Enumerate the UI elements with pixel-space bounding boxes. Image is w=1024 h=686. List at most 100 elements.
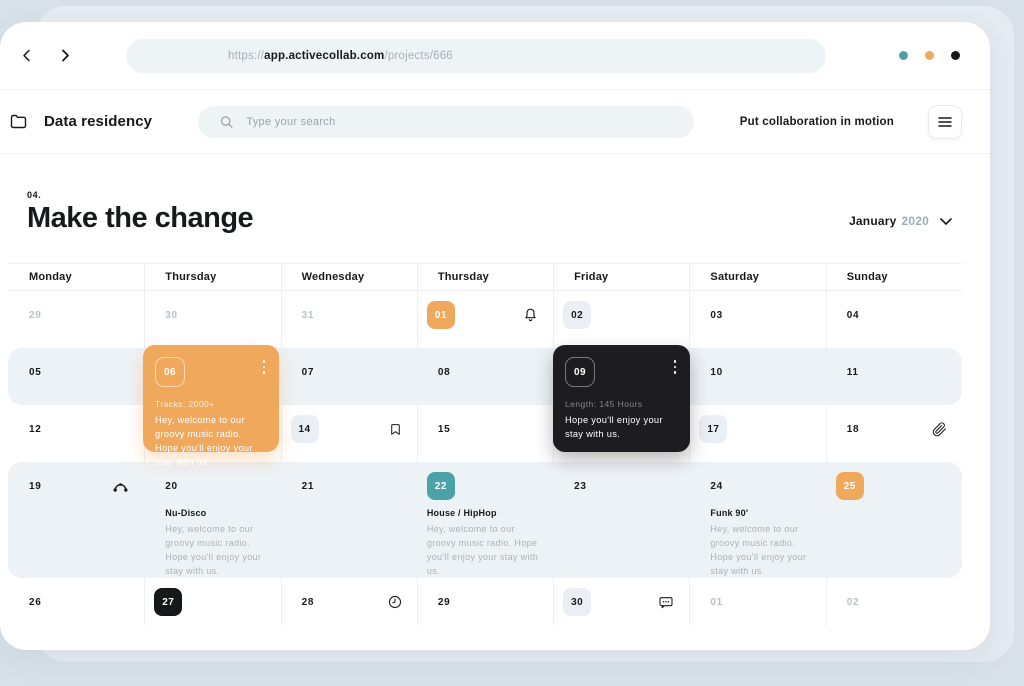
calendar-cell[interactable]: 01	[417, 291, 553, 348]
page-title: Data residency	[44, 113, 152, 130]
month-label: January	[849, 214, 896, 228]
date-label: 30	[165, 310, 178, 321]
date-badge[interactable]: 17	[699, 415, 727, 443]
date-label: 07	[302, 367, 315, 378]
calendar-cell[interactable]: 07	[281, 348, 417, 405]
calendar-cell[interactable]: 01	[689, 578, 825, 626]
calendar-cell[interactable]: 02	[826, 578, 962, 626]
card-description: Hey, welcome to our groovy music radio. …	[155, 414, 267, 470]
date-label: 19	[29, 481, 42, 492]
event-card-dark[interactable]: 09 Length: 145 Hours Hope you'll enjoy y…	[553, 345, 690, 452]
date-label: 05	[29, 367, 42, 378]
calendar-cell[interactable]: 26	[8, 578, 144, 626]
bell-icon[interactable]	[523, 307, 538, 323]
date-label: 03	[710, 310, 723, 321]
card-meta: Length: 145 Hours	[565, 399, 678, 409]
calendar-event[interactable]: Funk 90' Hey, welcome to our groovy musi…	[710, 508, 813, 579]
card-meta: Tracks: 2000+	[155, 399, 267, 409]
calendar-cell[interactable]: 27	[144, 578, 280, 626]
search-icon	[220, 115, 233, 129]
event-description: Hey, welcome to our groovy music radio. …	[427, 523, 541, 579]
date-label: 08	[438, 367, 451, 378]
event-description: Hey, welcome to our groovy music radio. …	[710, 523, 813, 579]
calendar-cell[interactable]: 29	[417, 578, 553, 626]
date-label: 26	[29, 597, 42, 608]
calendar-cell[interactable]: 21	[281, 462, 417, 578]
calendar-event[interactable]: Nu-Disco Hey, welcome to our groovy musi…	[165, 508, 268, 579]
date-label: 11	[847, 367, 859, 378]
address-bar[interactable]: https://app.activecollab.com/projects/66…	[126, 39, 826, 73]
calendar-cell[interactable]: 02	[553, 291, 689, 348]
hamburger-menu-button[interactable]	[928, 105, 962, 139]
paperclip-icon[interactable]	[932, 422, 947, 437]
date-badge[interactable]: 14	[291, 415, 319, 443]
calendar-cell[interactable]: 23	[553, 462, 689, 578]
event-card-orange[interactable]: 06 Tracks: 2000+ Hey, welcome to our gro…	[143, 345, 279, 452]
calendar-cell[interactable]: 14	[281, 405, 417, 462]
bookmark-icon[interactable]	[389, 422, 402, 437]
year-label: 2020	[902, 214, 930, 228]
calendar-cell[interactable]: 05	[8, 348, 144, 405]
calendar-cell[interactable]: 20 Nu-Disco Hey, welcome to our groovy m…	[144, 462, 280, 578]
calendar-cell[interactable]: 31	[281, 291, 417, 348]
date-label: 04	[847, 310, 860, 321]
date-label: 21	[302, 481, 315, 492]
comment-icon[interactable]	[658, 595, 674, 610]
date-label: 18	[847, 424, 860, 435]
date-label: 29	[29, 310, 42, 321]
month-selector[interactable]: January 2020	[849, 214, 952, 228]
date-badge[interactable]: 01	[427, 301, 455, 329]
calendar-cell[interactable]: 08	[417, 348, 553, 405]
calendar: Monday Thursday Wednesday Thursday Frida…	[8, 263, 962, 626]
calendar-cell[interactable]: 18	[826, 405, 962, 462]
calendar-event[interactable]: House / HipHop Hey, welcome to our groov…	[427, 508, 541, 579]
url-path: /projects/666	[384, 50, 452, 62]
calendar-cell[interactable]: 28	[281, 578, 417, 626]
search-input[interactable]	[246, 116, 680, 128]
calendar-cell[interactable]: 12	[8, 405, 144, 462]
calendar-cell[interactable]: 30	[553, 578, 689, 626]
date-badge[interactable]: 02	[563, 301, 591, 329]
chevron-left-icon	[22, 49, 31, 62]
calendar-cell[interactable]: 19	[8, 462, 144, 578]
date-label: 12	[29, 424, 42, 435]
calendar-body: 29 30 31 01 02 03 04 05 07 08 10 11 12	[8, 291, 962, 626]
headphones-icon[interactable]	[112, 479, 129, 493]
kebab-menu-icon[interactable]	[672, 357, 679, 377]
browser-forward-button[interactable]	[55, 45, 76, 66]
calendar-cell[interactable]: 29	[8, 291, 144, 348]
url-domain: app.activecollab.com	[264, 50, 384, 62]
calendar-cell[interactable]: 11	[826, 348, 962, 405]
event-title: Funk 90'	[710, 508, 813, 518]
folder-icon	[10, 114, 27, 129]
calendar-cell[interactable]: 10	[689, 348, 825, 405]
kebab-menu-icon[interactable]	[261, 357, 268, 377]
search-bar	[198, 106, 694, 138]
date-badge[interactable]: 25	[836, 472, 864, 500]
calendar-cell[interactable]: 03	[689, 291, 825, 348]
date-label: 24	[710, 481, 723, 492]
calendar-cell[interactable]: 25	[826, 462, 962, 578]
clock-icon[interactable]	[388, 595, 402, 609]
orange-dot-icon	[925, 51, 934, 60]
hamburger-icon	[938, 116, 952, 128]
date-badge[interactable]: 27	[154, 588, 182, 616]
calendar-cell[interactable]: 04	[826, 291, 962, 348]
event-title: Nu-Disco	[165, 508, 268, 518]
date-badge[interactable]: 30	[563, 588, 591, 616]
date-label: 20	[165, 481, 178, 492]
weekday-header: Thursday	[417, 271, 553, 283]
calendar-cell[interactable]: 24 Funk 90' Hey, welcome to our groovy m…	[689, 462, 825, 578]
title-section: 04. Make the change January 2020	[0, 154, 990, 263]
date-label: 31	[302, 310, 315, 321]
weekday-header: Wednesday	[281, 271, 417, 283]
browser-back-button[interactable]	[16, 45, 37, 66]
calendar-cell[interactable]: 22 House / HipHop Hey, welcome to our gr…	[417, 462, 553, 578]
browser-bar: https://app.activecollab.com/projects/66…	[0, 22, 990, 90]
date-badge[interactable]: 22	[427, 472, 455, 500]
date-label: 01	[710, 597, 723, 608]
calendar-cell[interactable]: 17	[689, 405, 825, 462]
calendar-cell[interactable]: 30	[144, 291, 280, 348]
calendar-cell[interactable]: 15	[417, 405, 553, 462]
date-label: 23	[574, 481, 587, 492]
